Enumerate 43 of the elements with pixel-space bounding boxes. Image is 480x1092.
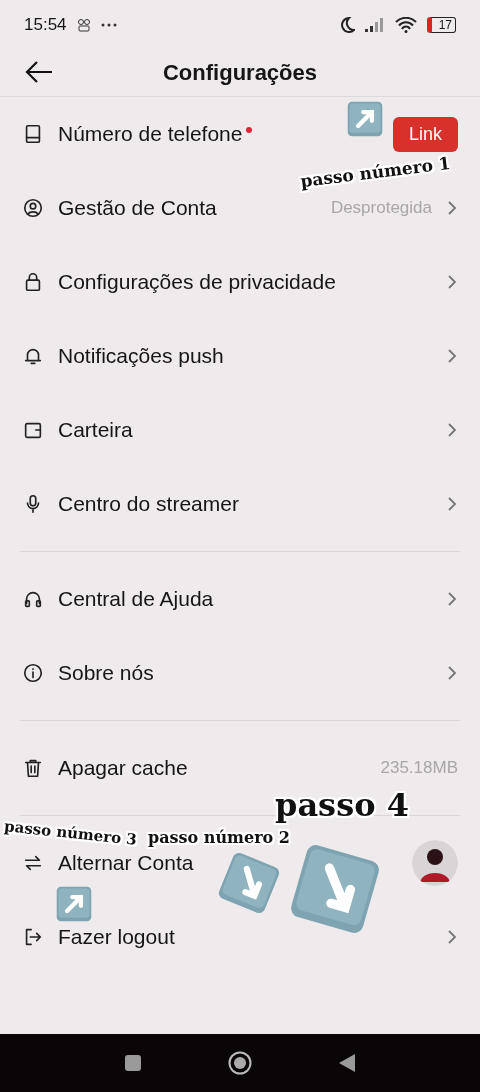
- row-label: Carteira: [58, 418, 133, 442]
- chevron-icon: [446, 591, 458, 607]
- arrow-sticker: [55, 885, 93, 923]
- recent-apps-icon[interactable]: [124, 1054, 142, 1072]
- chevron-icon: [446, 348, 458, 364]
- avatar-icon[interactable]: [412, 840, 458, 886]
- signal-icon: [364, 18, 385, 32]
- info-icon: [22, 662, 44, 684]
- row-label: Alternar Conta: [58, 851, 194, 875]
- row-label: Número de telefone: [58, 122, 243, 146]
- chevron-icon: [446, 929, 458, 945]
- notification-icon: [76, 18, 91, 32]
- row-label: Notificações push: [58, 344, 224, 368]
- chevron-icon: [446, 422, 458, 438]
- status-time: 15:54: [24, 15, 67, 35]
- wifi-icon: [394, 17, 417, 33]
- moon-icon: [338, 16, 355, 34]
- row-value: Desprotegida: [330, 198, 432, 218]
- sticker-caption: passo 4: [275, 786, 409, 824]
- row-label: Configurações de privacidade: [58, 270, 336, 294]
- row-label: Apagar cache: [58, 756, 188, 780]
- home-icon[interactable]: [228, 1051, 252, 1075]
- page-title: Configurações: [163, 60, 317, 86]
- chevron-icon: [446, 496, 458, 512]
- row-label: Sobre nós: [58, 661, 154, 685]
- row-label: Fazer logout: [58, 925, 175, 949]
- chevron-icon: [446, 200, 458, 216]
- battery-icon: 17: [426, 17, 456, 33]
- row-value: 235.18MB: [380, 758, 458, 778]
- row-label: Central de Ajuda: [58, 587, 214, 611]
- sticker-caption: passo número 3: [3, 817, 138, 849]
- more-icon: [100, 23, 117, 27]
- chevron-icon: [446, 274, 458, 290]
- user-icon: [22, 197, 44, 219]
- back-nav-icon[interactable]: [338, 1053, 356, 1073]
- sticker-caption: passo número 1: [299, 152, 452, 192]
- trash-icon: [22, 757, 44, 779]
- row-label: Centro do streamer: [58, 492, 239, 516]
- link-button[interactable]: Link: [392, 116, 458, 152]
- row-label: Gestão de Conta: [58, 196, 217, 220]
- arrow-sticker: [346, 100, 384, 138]
- chevron-icon: [446, 665, 458, 681]
- sticker-caption: passo número 2: [148, 828, 290, 847]
